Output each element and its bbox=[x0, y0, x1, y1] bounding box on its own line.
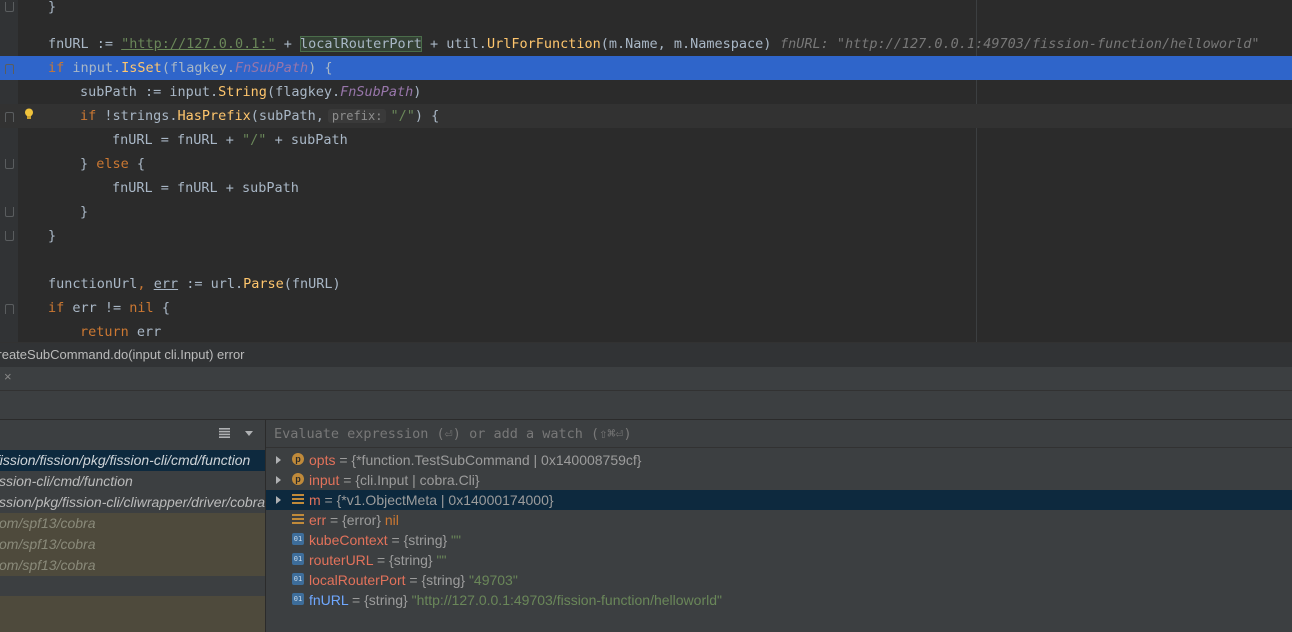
string-icon: 01 bbox=[292, 573, 304, 585]
code-editor[interactable]: } fnURL := "http://127.0.0.1:" + localRo… bbox=[0, 0, 1292, 342]
string-icon: 01 bbox=[292, 593, 304, 605]
code-line: } else { bbox=[0, 152, 1292, 176]
variable-row[interactable]: 01 localRouterPort = {string} "49703" bbox=[266, 570, 1292, 590]
variable-row[interactable]: 01 kubeContext = {string} "" bbox=[266, 530, 1292, 550]
editor-breadcrumb[interactable]: CreateSubCommand.do(input cli.Input) err… bbox=[0, 342, 1292, 367]
identifier-usage-highlight: localRouterPort bbox=[299, 36, 422, 52]
string-icon: 01 bbox=[292, 553, 304, 565]
code-line: subPath := input.String(flagkey.FnSubPat… bbox=[80, 84, 422, 100]
evaluate-expression-placeholder: Evaluate expression (⏎) or add a watch (… bbox=[274, 426, 632, 442]
expand-arrow-icon[interactable] bbox=[276, 456, 281, 464]
code-line: } bbox=[0, 224, 1292, 248]
stack-frame[interactable]: com/spf13/cobra bbox=[0, 513, 265, 534]
variables-panel: Evaluate expression (⏎) or add a watch (… bbox=[266, 420, 1292, 632]
fold-marker-icon[interactable] bbox=[5, 304, 14, 314]
variable-row-selected[interactable]: m = {*v1.ObjectMeta | 0x14000174000} bbox=[266, 490, 1292, 510]
param-icon: p bbox=[292, 453, 304, 465]
variable-row[interactable]: p input = {cli.Input | cobra.Cli} bbox=[266, 470, 1292, 490]
parameter-hint: prefix: bbox=[327, 109, 387, 123]
variable-row[interactable]: 01 routerURL = {string} "" bbox=[266, 550, 1292, 570]
variable-row[interactable]: err = {error} nil bbox=[266, 510, 1292, 530]
fold-marker-icon[interactable] bbox=[5, 112, 14, 122]
stack-frame[interactable]: fission-cli/cmd/function bbox=[0, 471, 265, 492]
variable-row[interactable]: p opts = {*function.TestSubCommand | 0x1… bbox=[266, 450, 1292, 470]
code-line: fnURL = fnURL + "/" + subPath bbox=[112, 132, 348, 148]
field-icon bbox=[292, 513, 304, 525]
frames-empty-area bbox=[0, 596, 265, 632]
list-icon[interactable] bbox=[219, 428, 230, 438]
frames-panel: /fission/fission/pkg/fission-cli/cmd/fun… bbox=[0, 420, 266, 632]
breadcrumb-item[interactable]: CreateSubCommand.do(input cli.Input) err… bbox=[0, 343, 245, 367]
stack-frame[interactable]: /fission/fission/pkg/fission-cli/cmd/fun… bbox=[0, 450, 265, 471]
code-line: } bbox=[0, 0, 1292, 19]
stack-frame[interactable]: fission/pkg/fission-cli/cliwrapper/drive… bbox=[0, 492, 265, 513]
expand-arrow-icon[interactable] bbox=[276, 476, 281, 484]
fold-marker-icon[interactable] bbox=[5, 159, 14, 169]
chevron-down-icon[interactable] bbox=[245, 431, 253, 436]
fold-marker-icon[interactable] bbox=[5, 207, 14, 217]
fold-marker-icon[interactable] bbox=[5, 2, 14, 12]
frames-header bbox=[0, 420, 265, 448]
inline-value-hint: fnURL: "http://127.0.0.1:49703/fission-f… bbox=[780, 36, 1260, 52]
stack-frame[interactable]: com/spf13/cobra bbox=[0, 534, 265, 555]
code-line: if err != nil { bbox=[0, 296, 1292, 320]
fold-marker-icon[interactable] bbox=[5, 64, 14, 74]
field-icon bbox=[292, 493, 304, 505]
lightbulb-icon[interactable] bbox=[24, 108, 34, 120]
param-icon: p bbox=[292, 473, 304, 485]
code-line: } bbox=[0, 200, 1292, 224]
variable-row[interactable]: 01 fnURL = {string} "http://127.0.0.1:49… bbox=[266, 590, 1292, 610]
evaluate-expression-field[interactable]: Evaluate expression (⏎) or add a watch (… bbox=[266, 420, 1292, 448]
stack-frame[interactable]: com/spf13/cobra bbox=[0, 555, 265, 576]
code-line: functionUrl, err := url.Parse(fnURL) bbox=[48, 276, 341, 292]
fold-marker-icon[interactable] bbox=[5, 231, 14, 241]
debug-tool-window-header: × bbox=[0, 367, 1292, 391]
string-icon: 01 bbox=[292, 533, 304, 545]
expand-arrow-icon[interactable] bbox=[276, 496, 281, 504]
code-line-current: if !strings.HasPrefix(subPath, prefix: "/"… bbox=[0, 104, 1292, 128]
code-line: fnURL := "http://127.0.0.1:" + localRout… bbox=[0, 32, 1292, 56]
close-icon[interactable]: × bbox=[4, 369, 12, 384]
code-line: return err bbox=[80, 324, 162, 340]
debug-toolbar bbox=[0, 391, 1292, 420]
code-line: fnURL = fnURL + subPath bbox=[112, 180, 299, 196]
execution-line: if input.IsSet(flagkey.FnSubPath) { bbox=[0, 56, 1292, 80]
